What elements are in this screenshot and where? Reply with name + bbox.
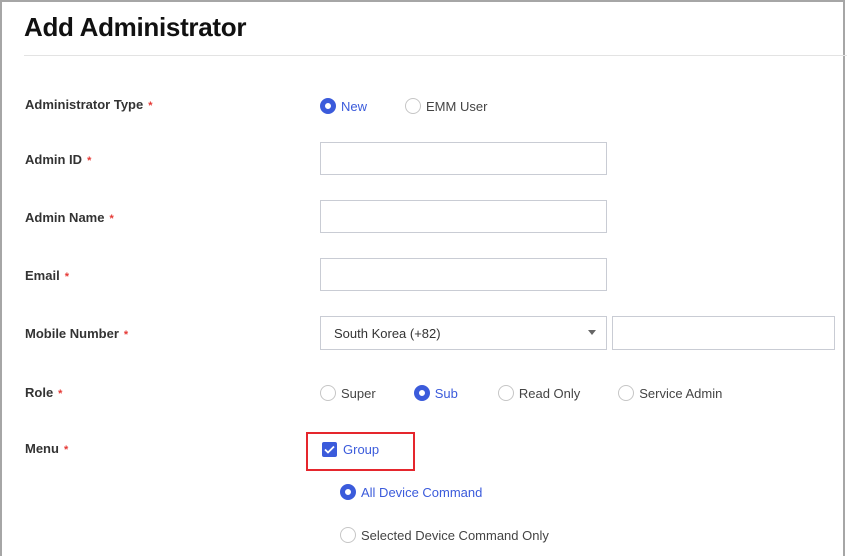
all-device-command-radio[interactable]: All Device Command — [340, 484, 482, 500]
required-marker: * — [63, 444, 69, 456]
admin-name-input[interactable] — [320, 200, 607, 233]
required-marker: * — [87, 155, 92, 167]
title-divider — [24, 55, 847, 56]
role-sub-radio[interactable]: Sub — [413, 385, 458, 401]
administrator-type-emm-user-radio[interactable]: EMM User — [405, 98, 487, 114]
radio-checked-icon — [413, 385, 430, 401]
radio-label: EMM User — [426, 98, 488, 114]
mobile-number-label: Mobile Number * — [25, 326, 128, 341]
email-label-text: Email — [25, 268, 60, 283]
page-title: Add Administrator — [24, 12, 247, 42]
administrator-type-radio-group: New EMM User — [320, 98, 487, 114]
country-code-selected-value: South Korea (+82) — [334, 325, 441, 341]
admin-name-label-text: Admin Name — [25, 210, 105, 225]
required-marker: * — [148, 100, 153, 112]
administrator-type-label-text: Administrator Type — [25, 97, 144, 112]
radio-label: Super — [341, 385, 376, 401]
radio-label: Sub — [434, 385, 458, 401]
radio-unchecked-icon — [405, 98, 422, 114]
radio-unchecked-icon — [618, 385, 635, 401]
role-super-radio[interactable]: Super — [320, 385, 376, 401]
radio-unchecked-icon — [320, 385, 336, 401]
chevron-down-icon — [588, 330, 596, 335]
admin-id-label-text: Admin ID — [25, 152, 83, 167]
mobile-number-label-text: Mobile Number — [25, 326, 119, 341]
radio-checked-icon — [320, 98, 336, 114]
role-radio-group: Super Sub Read Only Service Admin — [320, 385, 722, 401]
selected-device-command-only-radio[interactable]: Selected Device Command Only — [340, 527, 549, 543]
country-code-select[interactable]: South Korea (+82) — [320, 316, 607, 350]
radio-checked-icon — [340, 484, 356, 500]
role-read-only-radio[interactable]: Read Only — [497, 385, 581, 401]
email-input[interactable] — [320, 258, 607, 291]
radio-label: New — [341, 98, 368, 114]
menu-all-device-command-row: All Device Command — [340, 484, 482, 500]
required-marker: * — [64, 271, 69, 283]
administrator-type-new-radio[interactable]: New — [320, 98, 367, 114]
radio-unchecked-icon — [497, 385, 514, 401]
required-marker: * — [58, 388, 63, 400]
admin-id-input[interactable] — [320, 142, 607, 175]
radio-label: Service Admin — [639, 385, 723, 401]
radio-label: Read Only — [518, 385, 581, 401]
menu-selected-device-command-row: Selected Device Command Only — [340, 527, 549, 543]
admin-name-label: Admin Name * — [25, 210, 114, 225]
add-administrator-panel: Add Administrator Administrator Type * Ne… — [0, 0, 847, 556]
mobile-number-input[interactable] — [612, 316, 835, 350]
role-label: Role * — [25, 385, 62, 400]
menu-label: Menu * — [25, 441, 68, 456]
email-label: Email * — [25, 268, 69, 283]
radio-label: Selected Device Command Only — [361, 527, 549, 543]
menu-group-checkbox[interactable]: Group — [322, 442, 379, 457]
menu-label-text: Menu — [25, 441, 59, 456]
checkbox-checked-icon — [322, 442, 337, 457]
radio-label: All Device Command — [361, 484, 483, 500]
radio-unchecked-icon — [340, 527, 356, 543]
required-marker: * — [109, 213, 114, 225]
checkbox-label: Group — [343, 442, 380, 457]
administrator-type-label: Administrator Type * — [25, 97, 153, 112]
role-service-admin-radio[interactable]: Service Admin — [618, 385, 722, 401]
role-label-text: Role — [25, 385, 54, 400]
required-marker: * — [123, 329, 129, 341]
admin-id-label: Admin ID * — [25, 152, 91, 167]
